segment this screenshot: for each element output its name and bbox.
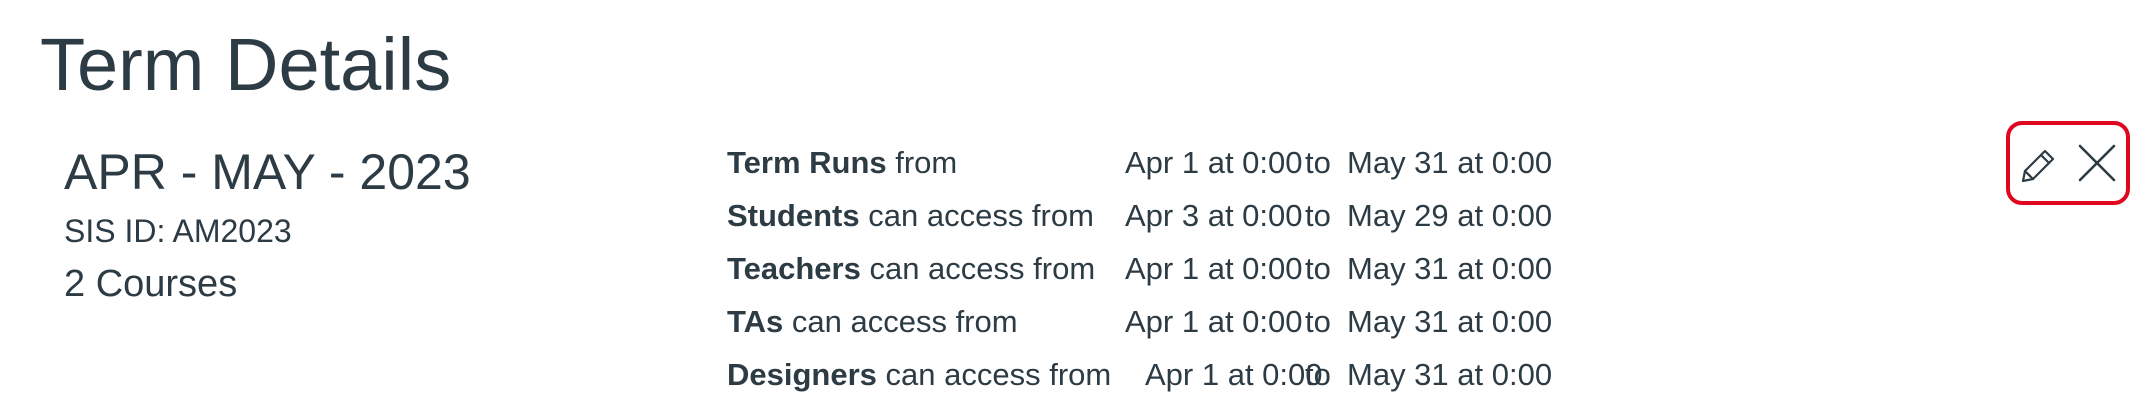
term-name: APR - MAY - 2023 (64, 144, 471, 200)
sis-id: SIS ID: AM2023 (64, 213, 292, 249)
role-suffix: from (886, 145, 958, 180)
delete-term-button[interactable] (2071, 133, 2123, 193)
date-row-label: Designers can access from (727, 351, 1111, 399)
start-date: Apr 1 at 0:00 (1125, 145, 1303, 180)
role-name: Designers (727, 357, 877, 392)
start-date: Apr 1 at 0:00 (1125, 251, 1303, 286)
to-label: to (1305, 357, 1331, 392)
role-suffix: can access from (783, 304, 1018, 339)
role-suffix: can access from (859, 198, 1094, 233)
start-date: Apr 1 at 0:00 (1125, 304, 1303, 339)
role-suffix: can access from (876, 357, 1112, 392)
start-date: Apr 1 at 0:00 (1145, 357, 1323, 392)
start-date: Apr 3 at 0:00 (1125, 198, 1303, 233)
end-date: May 31 at 0:00 (1347, 357, 1553, 392)
pencil-icon (2021, 149, 2055, 183)
to-label: to (1305, 304, 1331, 339)
course-count: 2 Courses (64, 263, 238, 305)
role-suffix: can access from (860, 251, 1096, 286)
end-date: May 31 at 0:00 (1347, 304, 1553, 339)
to-label: to (1305, 198, 1331, 233)
close-icon (2078, 144, 2116, 182)
end-date: May 31 at 0:00 (1347, 145, 1553, 180)
role-name: Term Runs (727, 145, 887, 180)
end-date: May 29 at 0:00 (1347, 198, 1553, 233)
term-details-page: Term Details APR - MAY - 2023 SIS ID: AM… (0, 0, 2148, 406)
role-name: Students (727, 198, 860, 233)
end-date: May 31 at 0:00 (1347, 251, 1553, 286)
date-row-label: TAs can access from (727, 298, 1018, 346)
role-name: Teachers (727, 251, 861, 286)
date-row-label: Term Runs from (727, 139, 957, 187)
role-name: TAs (727, 304, 784, 339)
to-label: to (1305, 145, 1331, 180)
page-title: Term Details (40, 23, 452, 106)
term-actions (2006, 121, 2130, 205)
edit-term-button[interactable] (2013, 133, 2065, 193)
date-row-label: Teachers can access from (727, 245, 1095, 293)
to-label: to (1305, 251, 1331, 286)
date-row-label: Students can access from (727, 192, 1094, 240)
